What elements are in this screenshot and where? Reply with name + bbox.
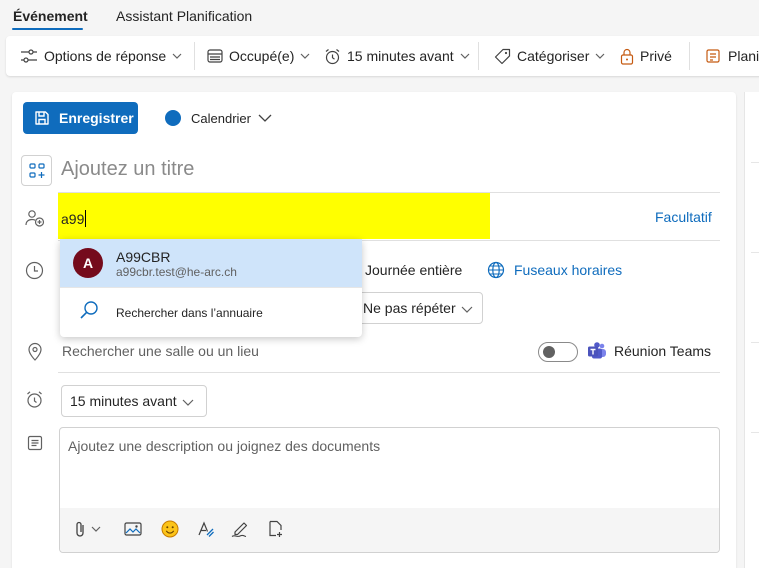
planner-label: Planifi [728,48,759,64]
emoji-icon[interactable] [161,520,179,538]
response-options-button[interactable]: Options de réponse [20,36,188,76]
side-calendar-preview [744,92,759,568]
repeat-value: Ne pas répéter [363,300,456,316]
tab-scheduling-assistant[interactable]: Assistant Planification [116,8,252,24]
attendee-typed-text: a99 [61,211,85,227]
time-zones-link[interactable]: Fuseaux horaires [514,262,622,278]
notes-icon [27,435,43,451]
show-as-label: Occupé(e) [229,48,295,64]
text-caret [85,210,87,227]
private-button[interactable]: Privé [620,36,672,76]
ribbon-toolbar: Options de réponse Occupé(e) 15 minutes … [6,36,759,76]
calendar-selector[interactable]: Calendrier [191,111,251,126]
optional-attendees-link[interactable]: Facultatif [655,209,712,225]
active-tab-indicator [12,28,83,30]
location-input[interactable]: Rechercher une salle ou un lieu [62,343,259,359]
text-format-icon[interactable] [197,520,215,538]
tab-event[interactable]: Événement [13,8,88,24]
chevron-down-icon [300,53,310,59]
reminder-select[interactable]: 15 minutes avant [61,385,207,417]
categorize-button[interactable]: Catégoriser [494,36,611,76]
insert-loop-icon[interactable] [267,520,285,538]
location-underline [58,372,720,373]
preview-gridline [751,162,759,163]
planner-button[interactable]: Planifi [706,36,759,76]
private-label: Privé [640,48,672,64]
categorize-label: Catégoriser [517,48,590,64]
suggestion-item[interactable]: A A99CBR a99cbr.test@he-arc.ch [60,239,362,287]
chevron-down-icon [461,306,473,313]
reminder-value: 15 minutes avant [70,393,177,409]
busy-status-icon [207,49,223,63]
signature-pen-icon[interactable] [231,520,251,538]
tag-icon [494,48,511,64]
attendee-suggestions-dropdown: A A99CBR a99cbr.test@he-arc.ch Recherche… [60,239,362,337]
reminder-button[interactable]: 15 minutes avant [324,36,476,76]
apps-icon [28,162,45,178]
image-icon[interactable] [124,520,142,538]
attach-icon[interactable] [74,520,104,538]
description-placeholder: Ajoutez une description ou joignez des d… [68,438,381,454]
avatar: A [73,248,103,278]
reminder-label: 15 minutes avant [347,48,454,64]
ribbon-divider [689,42,690,70]
planner-icon [706,49,720,63]
title-icon-button[interactable] [21,155,52,186]
clock-icon [25,261,44,280]
preview-gridline [751,432,759,433]
sliders-icon [21,49,37,63]
save-button-label: Enregistrer [59,110,134,126]
alarm-clock-icon [27,391,42,408]
show-as-button[interactable]: Occupé(e) [207,36,316,76]
chevron-down-icon [595,53,605,59]
chevron-down-icon[interactable] [258,114,272,122]
search-directory-button[interactable]: Rechercher dans l’annuaire [60,288,362,337]
event-title-input[interactable]: Ajoutez un titre [61,158,194,181]
description-toolbar [60,508,719,552]
preview-gridline [751,252,759,253]
search-directory-label: Rechercher dans l’annuaire [116,306,263,320]
teams-icon [588,342,606,359]
chevron-down-icon [172,53,182,59]
location-pin-icon [28,342,42,361]
teams-meeting-label: Réunion Teams [614,343,712,359]
tab-bar: Événement Assistant Planification [0,0,759,32]
repeat-select[interactable]: Ne pas répéter [352,292,483,324]
teams-meeting-toggle[interactable] [538,342,578,362]
preview-gridline [751,342,759,343]
ribbon-divider [478,42,479,70]
globe-icon [487,261,505,279]
save-icon [35,111,49,125]
attendee-input[interactable]: a99 [61,210,87,227]
suggestion-email: a99cbr.test@he-arc.ch [116,265,237,279]
attendee-input-highlight [58,193,490,239]
calendar-color-dot[interactable] [165,110,181,126]
search-icon [80,301,98,319]
save-button[interactable]: Enregistrer [23,102,138,134]
chevron-down-icon [182,399,194,406]
ribbon-divider [194,42,195,70]
suggestion-name: A99CBR [116,249,171,265]
chevron-down-icon [460,53,470,59]
lock-icon [620,48,634,65]
description-editor[interactable]: Ajoutez une description ou joignez des d… [59,427,720,553]
toggle-knob [543,346,555,358]
alarm-clock-icon [325,48,340,64]
all-day-toggle[interactable]: Journée entière [365,262,462,278]
people-add-icon [25,210,45,227]
response-options-label: Options de réponse [44,48,167,64]
